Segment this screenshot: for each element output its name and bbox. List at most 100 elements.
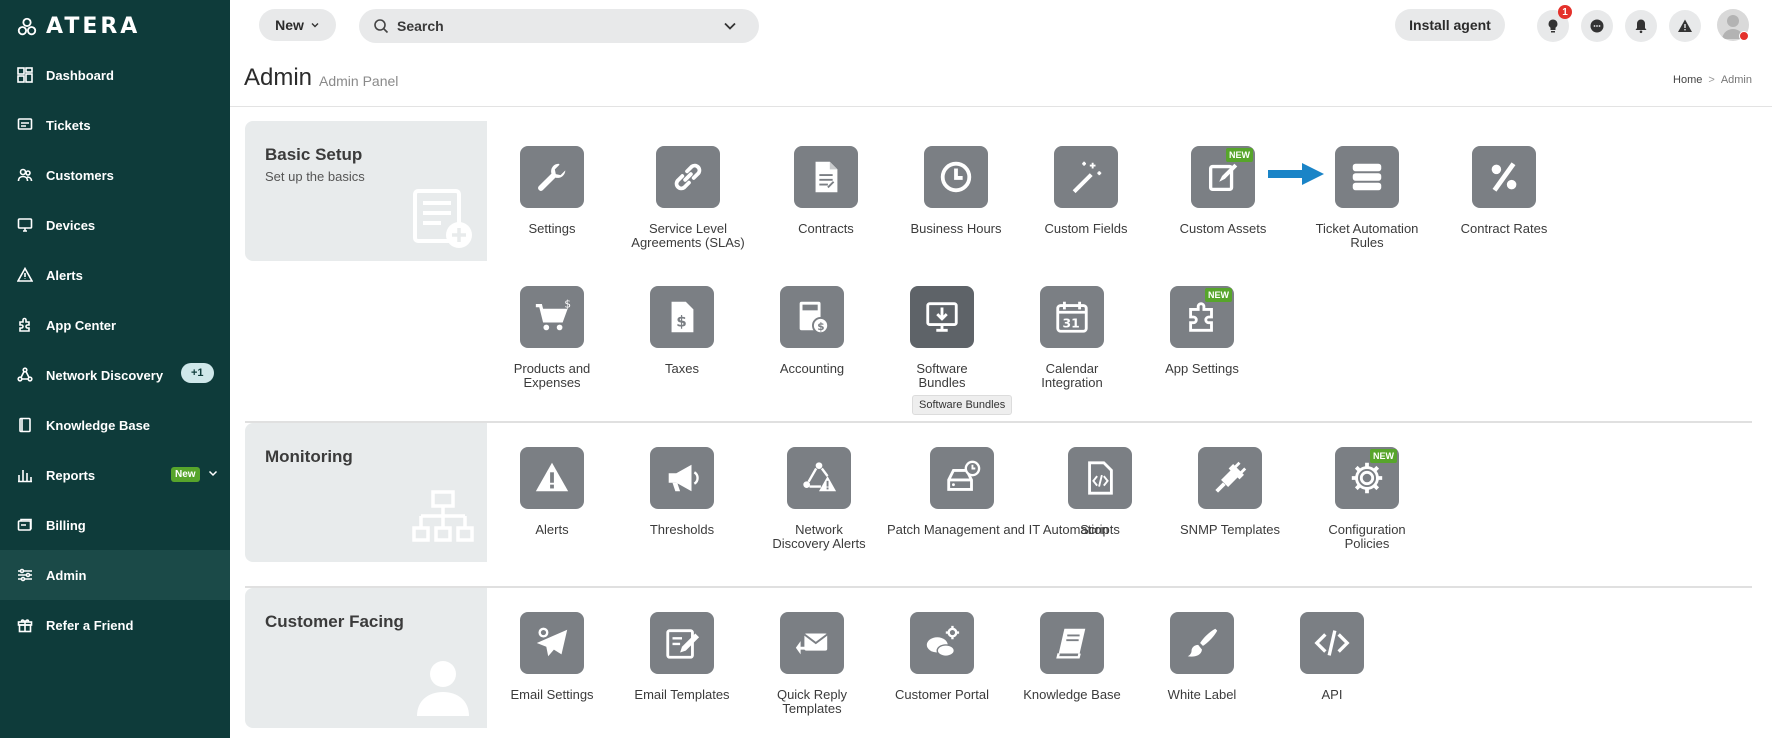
tile-alerts[interactable]: Alerts bbox=[492, 447, 612, 537]
lightbulb-button[interactable]: 1 bbox=[1537, 5, 1572, 42]
percent-icon bbox=[1472, 146, 1536, 208]
wrench-icon bbox=[520, 146, 584, 208]
chevron-down-icon[interactable] bbox=[723, 19, 737, 33]
gift-icon bbox=[16, 616, 34, 634]
install-agent-button[interactable]: Install agent bbox=[1395, 9, 1505, 41]
tile-label: Configuration Policies bbox=[1328, 522, 1406, 551]
reply-mail-icon bbox=[780, 612, 844, 674]
tile-email-settings[interactable]: Email Settings bbox=[492, 612, 612, 702]
section-title: Basic Setup bbox=[265, 145, 363, 164]
cart-icon: $ bbox=[520, 286, 584, 348]
svg-text:31: 31 bbox=[1063, 316, 1080, 330]
sidebar-item-alerts[interactable]: Alerts bbox=[0, 250, 230, 300]
tile-thresholds[interactable]: Thresholds bbox=[622, 447, 742, 537]
sidebar-item-label: Dashboard bbox=[46, 67, 114, 83]
chevron-down-icon[interactable] bbox=[208, 468, 218, 478]
section-subtitle: Set up the basics bbox=[265, 169, 365, 184]
sidebar-item-refer-a-friend[interactable]: Refer a Friend bbox=[0, 600, 230, 650]
search-input[interactable]: Search bbox=[359, 9, 759, 43]
chat-gear-icon bbox=[910, 612, 974, 674]
tile-products-and-expenses[interactable]: $ Products and Expenses bbox=[492, 286, 612, 390]
form-add-icon bbox=[413, 189, 472, 248]
lightbulb-icon bbox=[1548, 19, 1558, 33]
tile-label: Contracts bbox=[798, 221, 854, 236]
sidebar-item-knowledge-base[interactable]: Knowledge Base bbox=[0, 400, 230, 450]
tile-calendar-integration[interactable]: 31 Calendar Integration bbox=[1012, 286, 1132, 390]
atera-logo[interactable]: ATERA bbox=[16, 14, 140, 39]
tile-label: Patch Management and IT Automation bbox=[887, 522, 1109, 537]
tile-label: Custom Assets bbox=[1179, 221, 1267, 236]
sidebar-item-dashboard[interactable]: Dashboard bbox=[0, 50, 230, 100]
bell-icon bbox=[1635, 19, 1647, 34]
sidebar-item-label: Customers bbox=[46, 167, 114, 183]
dashboard-icon bbox=[16, 66, 34, 84]
tile-scripts[interactable]: Scripts bbox=[1040, 447, 1160, 537]
alerts-button[interactable] bbox=[1669, 10, 1701, 42]
warning-icon bbox=[1678, 19, 1692, 32]
notifications-button[interactable] bbox=[1625, 10, 1657, 42]
sidebar-item-devices[interactable]: Devices bbox=[0, 200, 230, 250]
clock-icon bbox=[924, 146, 988, 208]
tooltip: Software Bundles bbox=[912, 395, 1013, 415]
tile-label: Knowledge Base bbox=[1023, 687, 1121, 702]
tile-taxes[interactable]: $ Taxes bbox=[622, 286, 742, 376]
sidebar-item-billing[interactable]: Billing bbox=[0, 500, 230, 550]
new-button[interactable]: New bbox=[259, 9, 336, 41]
tile-white-label[interactable]: White Label bbox=[1142, 612, 1262, 702]
sidebar-item-admin[interactable]: Admin bbox=[0, 550, 230, 600]
tile-email-templates[interactable]: Email Templates bbox=[622, 612, 742, 702]
sliders-icon bbox=[16, 566, 34, 584]
status-dot bbox=[1739, 31, 1749, 41]
tile-label: Taxes bbox=[665, 361, 699, 376]
tile-slas[interactable]: Service Level Agreements (SLAs) bbox=[628, 146, 748, 250]
tile-configuration-policies[interactable]: NEW Configuration Policies bbox=[1307, 447, 1427, 551]
sidebar-item-tickets[interactable]: Tickets bbox=[0, 100, 230, 150]
tile-custom-assets[interactable]: NEW Custom Assets bbox=[1163, 146, 1283, 236]
tile-label: Settings bbox=[528, 221, 576, 236]
network-discovery-badge: +1 bbox=[181, 363, 214, 383]
tile-label: Custom Fields bbox=[1044, 221, 1128, 236]
tile-snmp-templates[interactable]: SNMP Templates bbox=[1170, 447, 1290, 537]
sitemap-icon bbox=[412, 490, 474, 542]
logo-wordmark: ATERA bbox=[46, 14, 141, 39]
tile-customer-portal[interactable]: Customer Portal bbox=[882, 612, 1002, 702]
tile-accounting[interactable]: $ Accounting bbox=[752, 286, 872, 376]
tile-api[interactable]: API bbox=[1272, 612, 1392, 702]
sidebar-item-customers[interactable]: Customers bbox=[0, 150, 230, 200]
tile-app-settings[interactable]: NEW App Settings bbox=[1142, 286, 1262, 376]
edit-icon: NEW bbox=[1191, 146, 1255, 208]
sidebar-item-network-discovery[interactable]: Network Discovery +1 bbox=[0, 350, 230, 400]
tile-label: Business Hours bbox=[910, 221, 1002, 236]
topbar: New Search Install agent 1 bbox=[230, 0, 1772, 50]
sidebar-item-label: Knowledge Base bbox=[46, 417, 151, 433]
sidebar-item-app-center[interactable]: App Center bbox=[0, 300, 230, 350]
puzzle-icon: NEW bbox=[1170, 286, 1234, 348]
sidebar-item-label: Alerts bbox=[46, 267, 83, 283]
sidebar-item-label: Refer a Friend bbox=[46, 617, 134, 633]
tile-software-bundles[interactable]: Software Bundles bbox=[882, 286, 1002, 390]
tile-contract-rates[interactable]: Contract Rates bbox=[1444, 146, 1564, 236]
tile-ticket-automation-rules[interactable]: Ticket Automation Rules bbox=[1307, 146, 1427, 250]
breadcrumb-home[interactable]: Home bbox=[1673, 74, 1702, 86]
tile-quick-reply-templates[interactable]: Quick Reply Templates bbox=[752, 612, 872, 716]
chat-button[interactable] bbox=[1581, 10, 1613, 42]
tile-label: Email Templates bbox=[634, 687, 730, 702]
link-icon bbox=[656, 146, 720, 208]
sidebar-item-label: Admin bbox=[46, 567, 87, 583]
tile-contracts[interactable]: Contracts bbox=[766, 146, 886, 236]
magic-wand-icon bbox=[1054, 146, 1118, 208]
tile-business-hours[interactable]: Business Hours bbox=[896, 146, 1016, 236]
tile-label: Alerts bbox=[535, 522, 569, 537]
sidebar-item-reports[interactable]: Reports New bbox=[0, 450, 230, 500]
tile-knowledge-base[interactable]: Knowledge Base bbox=[1012, 612, 1132, 702]
tile-custom-fields[interactable]: Custom Fields bbox=[1026, 146, 1146, 236]
breadcrumb: Home > Admin bbox=[1673, 74, 1752, 86]
tile-label: Thresholds bbox=[649, 522, 715, 537]
svg-text:$: $ bbox=[564, 299, 571, 311]
tile-network-discovery-alerts[interactable]: Network Discovery Alerts bbox=[759, 447, 879, 551]
download-monitor-icon bbox=[910, 286, 974, 348]
chevron-down-icon bbox=[311, 23, 319, 28]
tile-label: Customer Portal bbox=[895, 687, 989, 702]
tile-patch-management[interactable]: Patch Management and IT Automation bbox=[887, 447, 1109, 537]
tile-settings[interactable]: Settings bbox=[492, 146, 612, 236]
